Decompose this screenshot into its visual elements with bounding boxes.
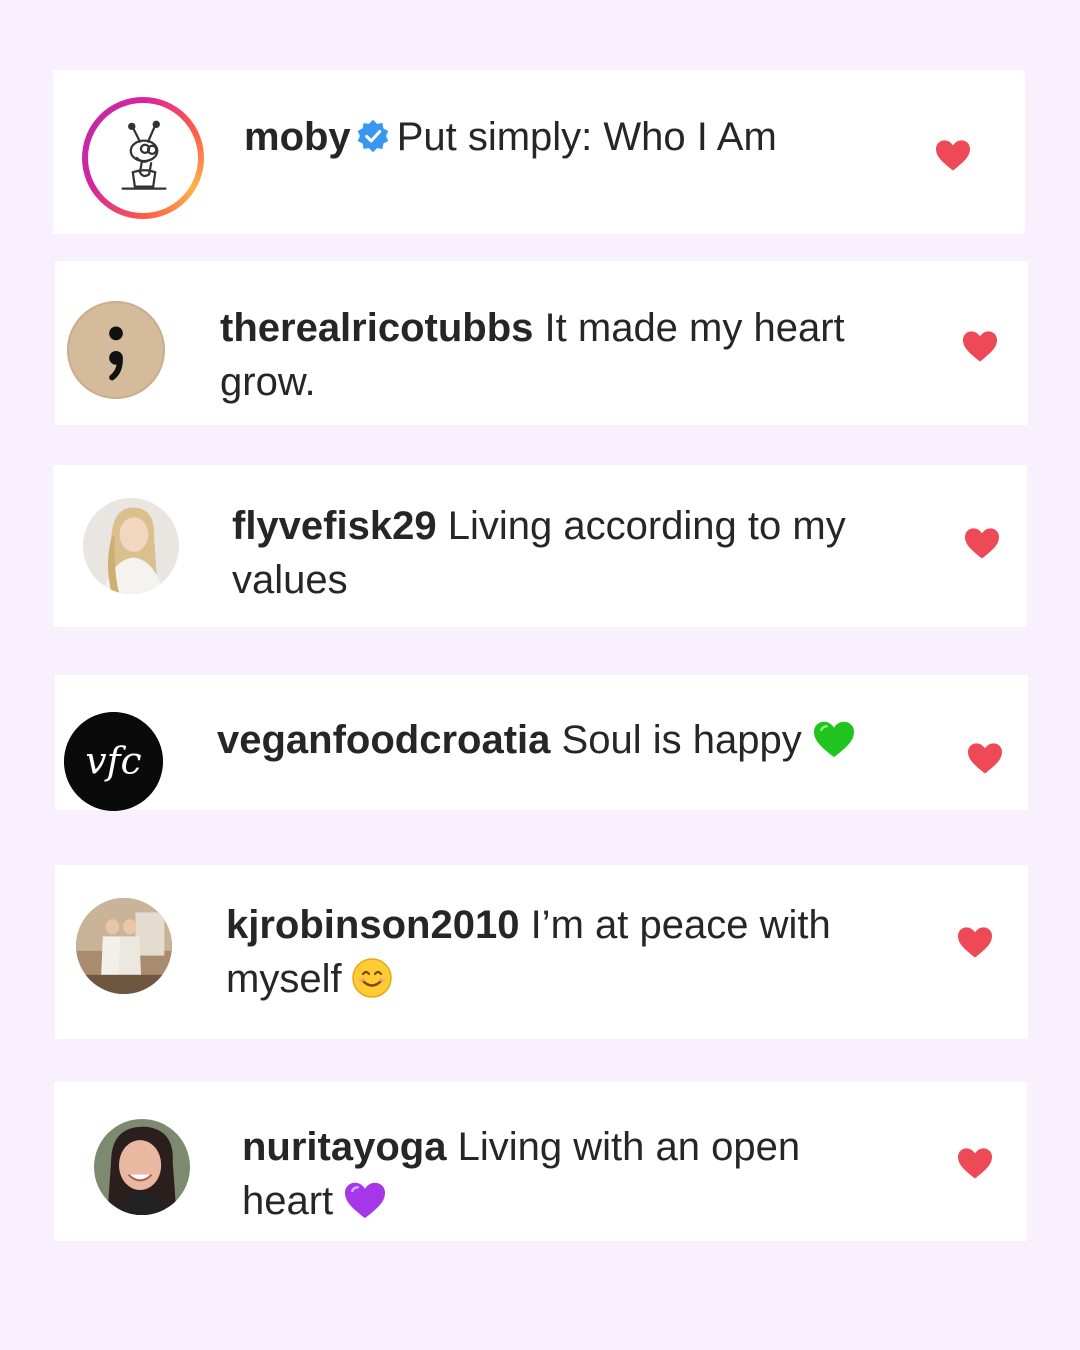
comment-text: therealricotubbs It made my heart grow. <box>220 301 940 409</box>
username[interactable]: therealricotubbs <box>220 306 533 350</box>
ant-drawing-icon <box>121 120 167 190</box>
avatar[interactable] <box>83 498 179 594</box>
comment-card: moby Put simply: Who I Am <box>53 70 1025 234</box>
like-heart-icon[interactable] <box>966 741 1004 775</box>
like-heart-icon[interactable] <box>934 138 972 172</box>
username[interactable]: nuritayoga <box>242 1125 446 1169</box>
username[interactable]: moby <box>244 115 351 159</box>
comment-body-cont: values <box>232 558 348 602</box>
comment-body: Living with an open <box>457 1125 801 1169</box>
comment-body: I’m at peace with <box>530 903 831 947</box>
comment-text: moby Put simply: Who I Am <box>244 110 884 168</box>
green-heart-icon <box>812 719 856 773</box>
username[interactable]: veganfoodcroatia <box>217 718 550 762</box>
comment-body: Put simply: Who I Am <box>396 115 777 159</box>
comment-body: Living according to my <box>447 504 846 548</box>
comment-text: kjrobinson2010 I’m at peace with myself <box>226 898 946 1012</box>
comment-card: therealricotubbs It made my heart grow. <box>55 261 1028 425</box>
comment-text: flyvefisk29 Living according to my value… <box>232 499 952 607</box>
profile-photo-icon <box>83 498 179 594</box>
profile-photo-icon <box>76 898 172 994</box>
comment-text: nuritayoga Living with an open heart <box>242 1120 962 1234</box>
comment-card: nuritayoga Living with an open heart <box>54 1082 1027 1241</box>
smiling-face-icon <box>351 958 392 1012</box>
avatar <box>92 107 194 209</box>
comment-body: It made my heart <box>544 306 845 350</box>
like-heart-icon[interactable] <box>961 329 999 363</box>
username[interactable]: flyvefisk29 <box>232 504 437 548</box>
comment-body-cont: grow. <box>220 360 316 404</box>
svg-text:vfc: vfc <box>85 738 141 782</box>
comment-body-cont: myself <box>226 957 342 1001</box>
like-heart-icon[interactable] <box>956 1146 994 1180</box>
semicolon-icon <box>67 301 165 399</box>
comment-card: vfc veganfoodcroatia Soul is happy <box>55 675 1028 811</box>
profile-photo-icon <box>94 1119 190 1215</box>
like-heart-icon[interactable] <box>963 526 1001 560</box>
purple-heart-icon <box>343 1180 387 1234</box>
avatar[interactable] <box>67 301 165 399</box>
avatar[interactable] <box>94 1119 190 1215</box>
avatar[interactable] <box>76 898 172 994</box>
like-heart-icon[interactable] <box>956 925 994 959</box>
verified-badge-icon <box>355 114 391 168</box>
comment-card: flyvefisk29 Living according to my value… <box>53 465 1027 627</box>
comment-body: Soul is happy <box>561 718 802 762</box>
comment-text: veganfoodcroatia Soul is happy <box>217 713 937 773</box>
vfc-logo-icon: vfc <box>64 712 163 811</box>
comment-body-cont: heart <box>242 1179 334 1223</box>
avatar[interactable]: vfc <box>64 712 163 811</box>
username[interactable]: kjrobinson2010 <box>226 903 519 947</box>
comment-card: kjrobinson2010 I’m at peace with myself <box>55 865 1028 1039</box>
story-ring[interactable] <box>82 97 204 219</box>
